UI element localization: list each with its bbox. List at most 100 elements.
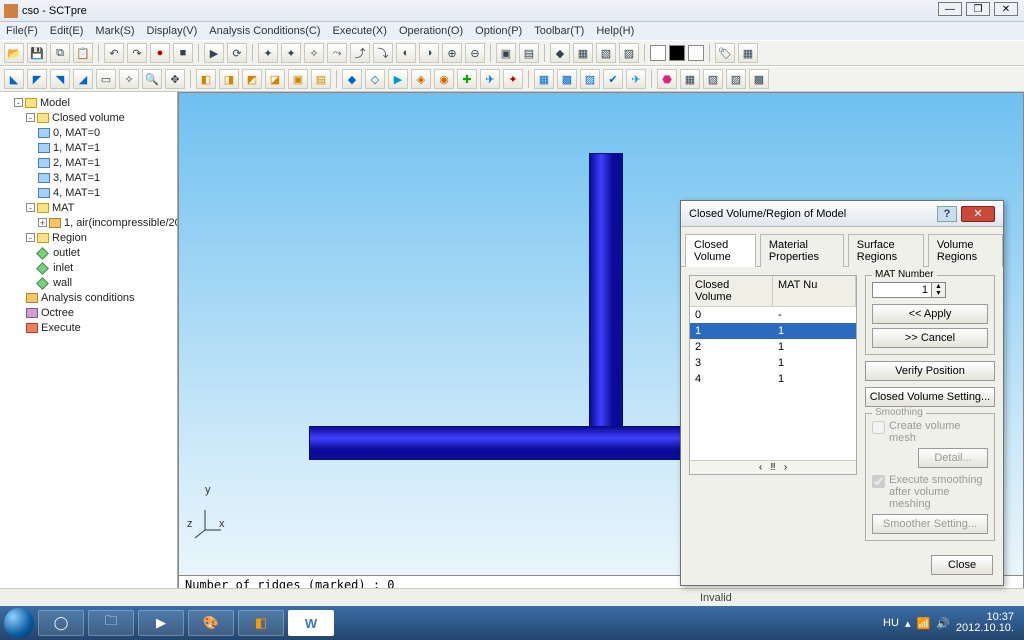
grid-cell[interactable]: 1 [773,323,856,339]
dialog-help-button[interactable]: ? [937,206,957,222]
close-button[interactable]: ✕ [994,2,1018,16]
cube-icon[interactable]: ▤ [311,69,331,89]
hex-icon[interactable]: ⬣ [657,69,677,89]
grid-icon[interactable]: ▩ [557,69,577,89]
grid-cell[interactable]: 4 [690,371,773,387]
tree-region-item[interactable]: outlet [53,247,80,259]
tree-region-item[interactable]: inlet [53,262,73,274]
tool-icon[interactable]: ⤴ [350,43,370,63]
menu-display[interactable]: Display(V) [147,25,198,37]
paste-icon[interactable]: 📋 [73,43,93,63]
grid3-icon[interactable]: ▩ [749,69,769,89]
shape-icon[interactable]: ◈ [411,69,431,89]
tree-closed-volume[interactable]: Closed volume [52,112,125,124]
tree-root[interactable]: Model [40,97,70,109]
tool-icon[interactable]: ✧ [304,43,324,63]
tree-octree[interactable]: Octree [41,307,74,319]
grid-cell[interactable]: - [773,307,856,323]
copy-icon[interactable]: ⧉ [50,43,70,63]
tab-closed-volume[interactable]: Closed Volume [685,234,756,267]
tray-volume-icon[interactable]: 🔊 [936,617,950,630]
tool-icon[interactable]: ▨ [619,43,639,63]
tree-cv-item[interactable]: 3, MAT=1 [53,172,100,184]
menu-option[interactable]: Option(P) [475,25,522,37]
menu-help[interactable]: Help(H) [596,25,634,37]
tree-cv-item[interactable]: 4, MAT=1 [53,187,100,199]
view-icon[interactable]: ◣ [4,69,24,89]
menu-mark[interactable]: Mark(S) [95,25,134,37]
view-icon[interactable]: ◥ [50,69,70,89]
grid-icon[interactable]: ▦ [534,69,554,89]
grid-hscroll[interactable]: ‹ ‼ › [690,460,856,474]
cube-icon[interactable]: ◧ [196,69,216,89]
menu-execute[interactable]: Execute(X) [333,25,387,37]
tab-volume-regions[interactable]: Volume Regions [928,234,1003,267]
redo-icon[interactable]: ↷ [127,43,147,63]
tree-analysis[interactable]: Analysis conditions [41,292,135,304]
task-explorer[interactable]: 🗀 [88,610,134,636]
menu-analysis[interactable]: Analysis Conditions(C) [209,25,320,37]
refresh-icon[interactable]: ⟳ [227,43,247,63]
grid3-icon[interactable]: ▦ [680,69,700,89]
select-icon[interactable]: ▭ [96,69,116,89]
grid-cell[interactable]: 3 [690,355,773,371]
pan-icon[interactable]: ✥ [165,69,185,89]
tab-material-props[interactable]: Material Properties [760,234,844,267]
cube-icon[interactable]: ▣ [288,69,308,89]
cube-icon[interactable]: ◪ [265,69,285,89]
layers-icon[interactable]: ▦ [738,43,758,63]
tool-icon[interactable]: ✦ [258,43,278,63]
stop-icon[interactable]: ■ [173,43,193,63]
shape-icon[interactable]: ▶ [388,69,408,89]
star-icon[interactable]: ✧ [119,69,139,89]
task-paint[interactable]: 🎨 [188,610,234,636]
color-black-swatch[interactable] [669,45,685,61]
send-icon[interactable]: ✈ [626,69,646,89]
menu-edit[interactable]: Edit(E) [50,25,84,37]
mat-number-spin[interactable]: ▲▼ [932,282,946,298]
tray-icon[interactable]: ▴ [905,617,911,630]
task-word[interactable]: W [288,610,334,636]
start-orb[interactable] [4,608,34,638]
tool-icon[interactable]: ▧ [596,43,616,63]
tree-cv-item[interactable]: 2, MAT=1 [53,157,100,169]
check-icon[interactable]: ✔ [603,69,623,89]
open-icon[interactable]: 📂 [4,43,24,63]
menu-operation[interactable]: Operation(O) [399,25,463,37]
closed-volume-grid[interactable]: Closed Volume MAT Nu 0- 11 21 31 41 ‹ ‼ … [689,275,857,475]
color-white-swatch[interactable] [650,45,666,61]
shape-icon[interactable]: ◇ [365,69,385,89]
undo-icon[interactable]: ↶ [104,43,124,63]
tool-icon[interactable]: ◐ [396,43,416,63]
grid-col-cv[interactable]: Closed Volume [690,276,773,306]
menu-toolbar[interactable]: Toolbar(T) [534,25,584,37]
minimize-button[interactable]: — [938,2,962,16]
tab-surface-regions[interactable]: Surface Regions [848,234,924,267]
color-swatch[interactable] [688,45,704,61]
grid-cell[interactable]: 1 [773,371,856,387]
system-tray[interactable]: HU ▴ 📶 🔊 10:37 2012.10.10. [883,612,1020,634]
tray-lang[interactable]: HU [883,617,899,629]
closed-volume-setting-button[interactable]: Closed Volume Setting... [865,387,995,407]
grid3-icon[interactable]: ▨ [726,69,746,89]
tool-icon[interactable]: ▦ [573,43,593,63]
shape-icon[interactable]: ✦ [503,69,523,89]
model-tree[interactable]: -Model -Closed volume 0, MAT=0 1, MAT=1 … [0,92,178,596]
play-icon[interactable]: ▶ [204,43,224,63]
tree-cv-item[interactable]: 1, MAT=1 [53,142,100,154]
mat-number-input[interactable] [872,282,932,298]
tray-network-icon[interactable]: 📶 [916,617,930,630]
zoom-icon[interactable]: 🔍 [142,69,162,89]
tray-date[interactable]: 2012.10.10. [956,623,1014,634]
cube-icon[interactable]: ◨ [219,69,239,89]
task-chrome[interactable]: ◯ [38,610,84,636]
grid-icon[interactable]: ▨ [580,69,600,89]
dialog-close-button[interactable]: ✕ [961,206,995,222]
tree-region[interactable]: Region [52,232,87,244]
apply-button[interactable]: << Apply [872,304,988,324]
task-media[interactable]: ▶ [138,610,184,636]
dialog-close-bottom-button[interactable]: Close [931,555,993,575]
grid3-icon[interactable]: ▧ [703,69,723,89]
grid-cell[interactable]: 0 [690,307,773,323]
tree-mat-item[interactable]: 1, air(incompressible/20 [64,217,178,229]
